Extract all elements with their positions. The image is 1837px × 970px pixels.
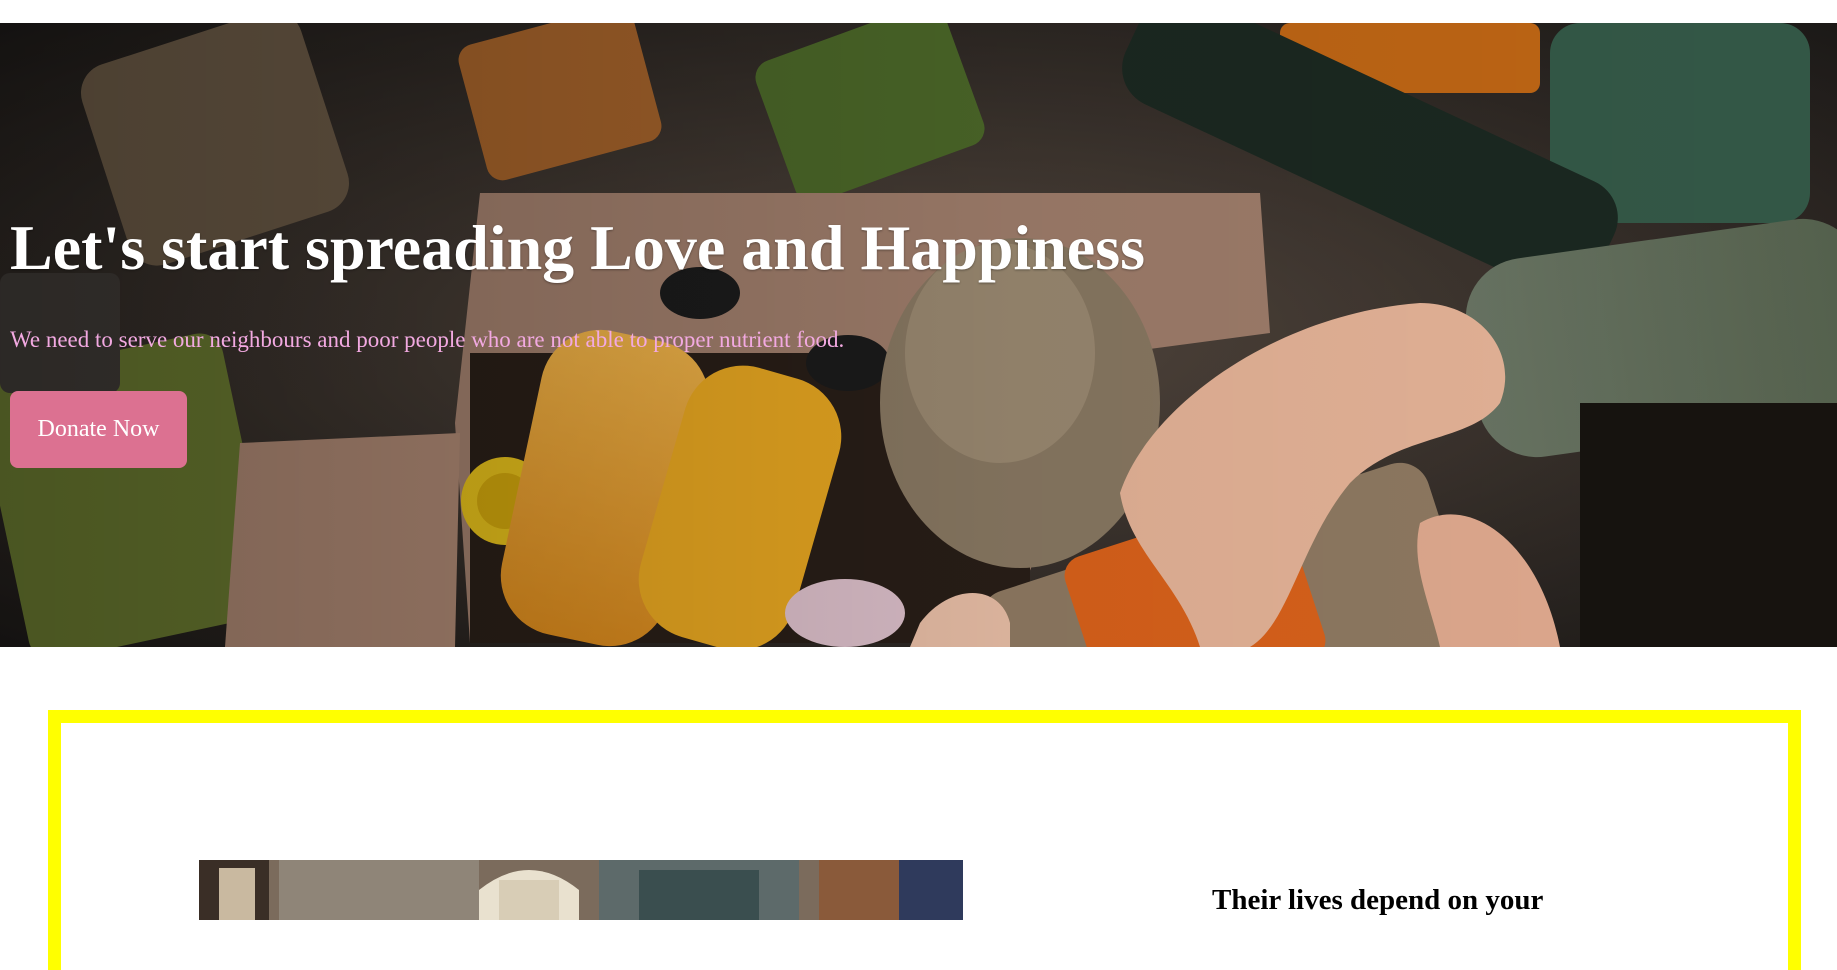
mosque-interior-image [199,860,963,920]
donate-now-button[interactable]: Donate Now [10,391,187,468]
hero-banner: Let's start spreading Love and Happiness… [0,23,1837,647]
feature-heading: Their lives depend on your [1212,884,1544,916]
hero-title: Let's start spreading Love and Happiness [10,212,1145,283]
feature-section [48,710,1801,970]
hero-subtitle: We need to serve our neighbours and poor… [10,327,845,352]
